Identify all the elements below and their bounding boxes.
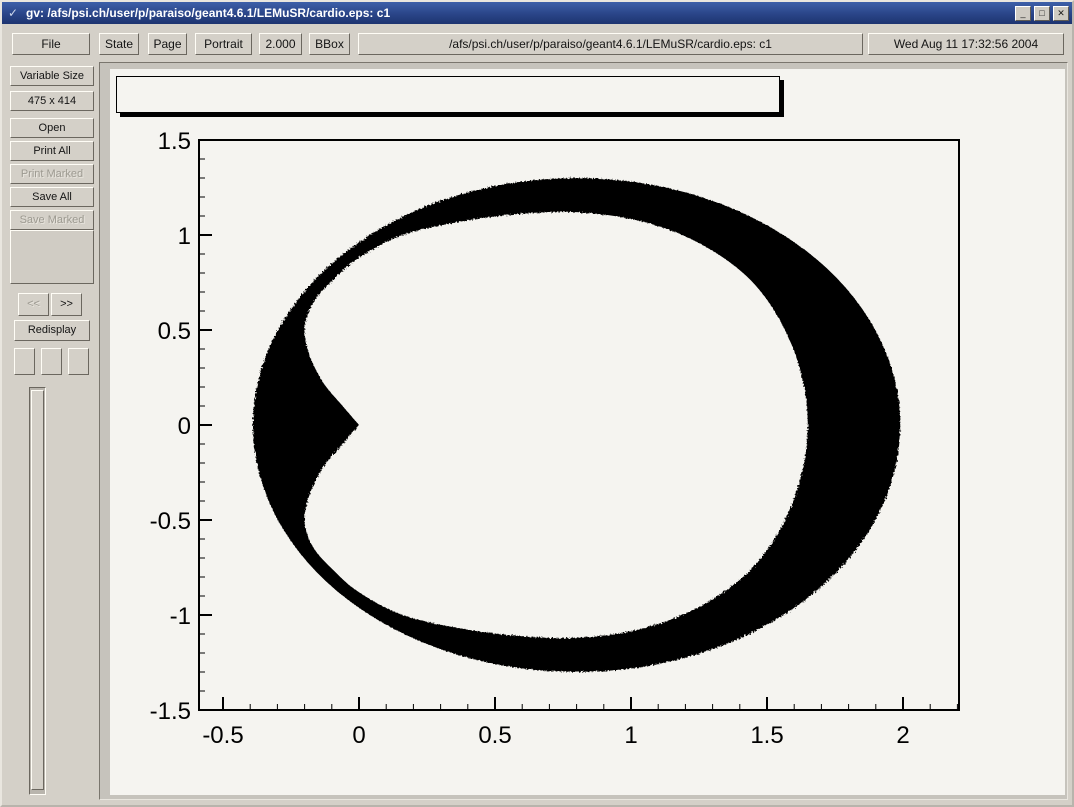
previous-page-button: << [18, 293, 49, 316]
svg-text:1: 1 [178, 223, 191, 250]
page-scrollbar[interactable] [29, 387, 46, 795]
svg-text:2: 2 [896, 722, 909, 749]
svg-text:-1: -1 [170, 603, 191, 630]
redisplay-button[interactable]: Redisplay [14, 320, 90, 341]
document-page[interactable]: -0.5 0 0.5 1 1.5 2 -1.5 -1 -0.5 0 0.5 1 1.5 [110, 69, 1065, 795]
save-marked-button: Save Marked [10, 210, 94, 230]
document-viewport[interactable]: -0.5 0 0.5 1 1.5 2 -1.5 -1 -0.5 0 0.5 1 1.5 [99, 62, 1068, 800]
orientation-button[interactable]: Portrait [195, 33, 252, 55]
maximize-button[interactable]: □ [1034, 6, 1050, 21]
page-scrollbar-thumb[interactable] [31, 390, 44, 790]
svg-text:1.5: 1.5 [158, 128, 191, 155]
minimize-button[interactable]: _ [1015, 6, 1031, 21]
file-path-display: /afs/psi.ch/user/p/paraiso/geant4.6.1/LE… [358, 33, 863, 55]
svg-text:-0.5: -0.5 [150, 508, 191, 535]
svg-text:1: 1 [624, 722, 637, 749]
close-button[interactable]: ✕ [1053, 6, 1069, 21]
open-button[interactable]: Open [10, 118, 94, 138]
gv-application-window: ✓ gv: /afs/psi.ch/user/p/paraiso/geant4.… [0, 0, 1074, 807]
variable-size-button[interactable]: Variable Size [10, 66, 94, 86]
svg-text:0.5: 0.5 [158, 318, 191, 345]
marker-toggle-button-1[interactable] [14, 348, 35, 375]
save-all-button[interactable]: Save All [10, 187, 94, 207]
svg-text:-0.5: -0.5 [202, 722, 243, 749]
svg-text:-1.5: -1.5 [150, 698, 191, 725]
cardioid-scatter-region [253, 178, 900, 672]
print-all-button[interactable]: Print All [10, 141, 94, 161]
datetime-display: Wed Aug 11 17:32:56 2004 [868, 33, 1064, 55]
cardioid-plot: -0.5 0 0.5 1 1.5 2 -1.5 -1 -0.5 0 0.5 1 1.5 [110, 69, 1065, 795]
page-menu-button[interactable]: Page [148, 33, 187, 55]
window-title: gv: /afs/psi.ch/user/p/paraiso/geant4.6.… [24, 6, 1012, 20]
bbox-button[interactable]: BBox [309, 33, 350, 55]
marker-toggle-button-3[interactable] [68, 348, 89, 375]
page-list-panel[interactable] [10, 230, 94, 284]
print-marked-button: Print Marked [10, 164, 94, 184]
window-menu-icon[interactable]: ✓ [5, 6, 21, 20]
marker-toggle-button-2[interactable] [41, 348, 62, 375]
svg-text:0.5: 0.5 [478, 722, 511, 749]
state-menu-button[interactable]: State [99, 33, 139, 55]
page-size-button[interactable]: 475 x 414 [10, 91, 94, 111]
scale-button[interactable]: 2.000 [259, 33, 302, 55]
svg-text:0: 0 [178, 413, 191, 440]
next-page-button[interactable]: >> [51, 293, 82, 316]
titlebar[interactable]: ✓ gv: /afs/psi.ch/user/p/paraiso/geant4.… [2, 2, 1072, 24]
file-menu-button[interactable]: File [12, 33, 90, 55]
svg-text:0: 0 [352, 722, 365, 749]
svg-text:1.5: 1.5 [750, 722, 783, 749]
